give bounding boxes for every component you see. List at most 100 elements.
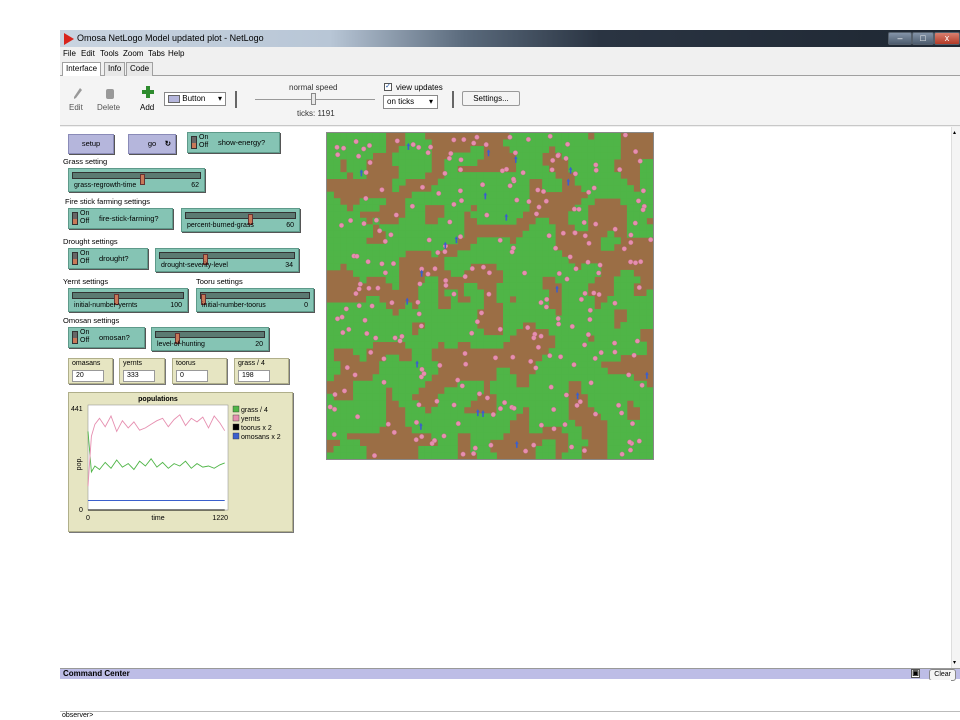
grass-patch (581, 165, 589, 173)
grass-patch (568, 367, 576, 375)
grass-patch (385, 374, 393, 382)
drought-switch[interactable]: On Off drought? (68, 248, 148, 269)
delete-button[interactable]: Delete (97, 103, 120, 112)
edit-button[interactable]: Edit (69, 103, 83, 112)
scroll-down-icon[interactable]: ▾ (953, 659, 956, 666)
grass-patch (646, 309, 654, 316)
settings-button[interactable]: Settings... (462, 91, 520, 106)
switch-toggle[interactable] (191, 136, 197, 149)
minimize-button[interactable]: – (888, 32, 912, 45)
vertical-scrollbar[interactable]: ▴ ▾ (951, 127, 960, 668)
tab-interface[interactable]: Interface (62, 62, 102, 77)
update-mode-select[interactable]: on ticks ▾ (383, 95, 438, 109)
grass-patch (359, 354, 367, 362)
grass-patch (509, 139, 517, 147)
yernt-agent (597, 262, 603, 268)
world-view[interactable] (326, 132, 654, 460)
grass-patch (418, 224, 426, 232)
grass-patch (613, 237, 621, 245)
grass-patch (405, 400, 413, 408)
initial-number-toorus-slider[interactable]: initial-number-toorus 0 (196, 288, 314, 312)
grass-patch (587, 374, 595, 382)
grass-patch (476, 426, 484, 434)
scroll-up-icon[interactable]: ▴ (953, 129, 956, 136)
grass-patch (620, 178, 628, 186)
speed-slider-knob[interactable] (311, 93, 316, 105)
show-energy-switch[interactable]: On Off show-energy? (187, 132, 280, 153)
menu-help[interactable]: Help (168, 49, 184, 58)
switch-toggle[interactable] (72, 212, 78, 225)
tab-code[interactable]: Code (126, 62, 154, 76)
grass-patch (639, 419, 647, 427)
grass-regrowth-time-slider[interactable]: grass-regrowth-time 62 (68, 168, 205, 192)
grass-patch (496, 250, 504, 258)
grass-patch (574, 335, 582, 343)
yernt-agent (571, 206, 577, 212)
widget-type-select[interactable]: Button ▾ (164, 92, 226, 106)
grass-patch (379, 406, 387, 414)
maximize-button[interactable]: □ (912, 32, 934, 45)
grass-patch (581, 224, 589, 232)
command-input-row[interactable]: observer> (60, 711, 960, 720)
grass-patch (639, 341, 647, 349)
yernt-agent (340, 330, 346, 336)
grass-patch (581, 269, 589, 277)
grass-patch (574, 139, 582, 147)
grass-patch (516, 185, 523, 193)
yernt-agent (502, 400, 508, 406)
grass-patch (594, 322, 602, 329)
yernt-agent (593, 167, 599, 173)
yernt-agent (483, 142, 489, 148)
grass-patch (346, 426, 354, 434)
menu-zoom[interactable]: Zoom (123, 49, 143, 58)
menu-file[interactable]: File (63, 49, 76, 58)
tab-info[interactable]: Info (104, 62, 126, 76)
grass-patch (503, 393, 510, 401)
grass-patch (444, 315, 452, 323)
yernt-agent (353, 139, 359, 145)
slider-knob[interactable] (139, 174, 145, 185)
grass-patch (444, 204, 452, 212)
setup-button[interactable]: setup (68, 134, 114, 154)
omosan-switch[interactable]: On Off omosan? (68, 327, 145, 348)
grass-patch (437, 413, 445, 421)
yernt-agent (563, 155, 569, 161)
add-button[interactable]: Add (140, 103, 154, 112)
grass-patch (620, 289, 628, 297)
menu-tools[interactable]: Tools (100, 49, 119, 58)
grass-patch (613, 276, 621, 284)
switch-toggle[interactable] (72, 331, 78, 344)
fire-stick-farming-switch[interactable]: On Off fire-stick-farming? (68, 208, 173, 229)
grass-patch (587, 172, 595, 180)
level-of-hunting-slider[interactable]: level-of-hunting 20 (151, 327, 269, 351)
grass-patch (594, 361, 602, 369)
grass-patch (353, 348, 360, 356)
grass-patch (444, 230, 452, 238)
grass-patch (431, 296, 439, 303)
close-button[interactable]: x (934, 32, 960, 45)
switch-toggle[interactable] (72, 252, 78, 265)
grass-patch (424, 419, 432, 427)
grass-patch (411, 348, 419, 356)
yernt-agent (525, 325, 531, 331)
menu-edit[interactable]: Edit (81, 49, 95, 58)
go-button[interactable]: go ↻ (128, 134, 176, 154)
yernt-agent (581, 448, 587, 454)
menu-tabs[interactable]: Tabs (148, 49, 165, 58)
grass-patch (463, 419, 471, 427)
percent-burned-grass-slider[interactable]: percent-burned-grass 60 (181, 208, 300, 232)
grass-patch (450, 165, 458, 173)
observer-prompt[interactable]: observer> (62, 712, 93, 719)
detach-icon[interactable]: ▣ (911, 669, 920, 678)
grass-patch (431, 302, 439, 310)
grass-patch (353, 204, 360, 212)
grass-patch (516, 289, 523, 297)
grass-patch (509, 217, 517, 225)
grass-patch (431, 243, 439, 251)
grass-patch (542, 217, 550, 225)
grass-patch (470, 191, 478, 199)
title-bar: Omosa NetLogo Model updated plot - NetLo… (60, 30, 960, 47)
view-updates-checkbox[interactable]: ✓ (384, 83, 392, 91)
drought-severity-level-slider[interactable]: drought-severity-level 34 (155, 248, 299, 272)
initial-number-yernts-slider[interactable]: initial-number-yernts 100 (68, 288, 188, 312)
